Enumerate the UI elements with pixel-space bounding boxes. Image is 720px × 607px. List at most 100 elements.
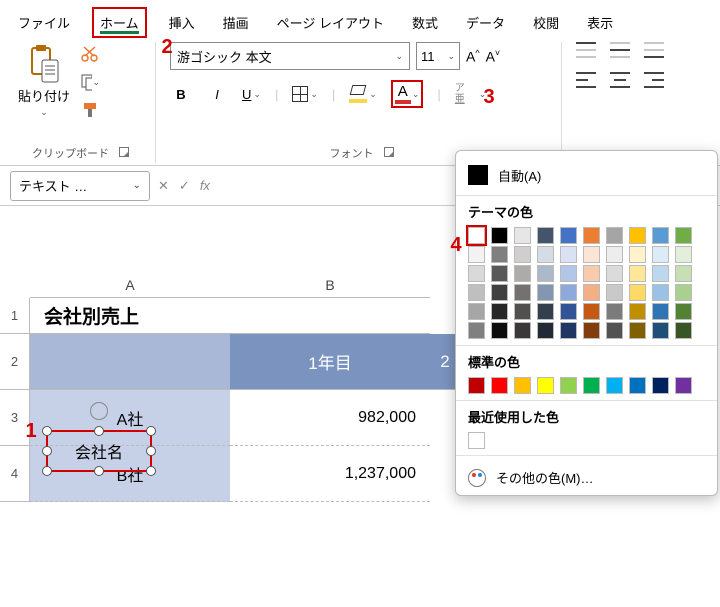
- color-swatch[interactable]: [560, 227, 577, 244]
- align-right-button[interactable]: [644, 72, 664, 88]
- confirm-entry-button[interactable]: ✓: [179, 178, 190, 194]
- color-swatch[interactable]: [560, 303, 577, 320]
- color-swatch[interactable]: [606, 377, 623, 394]
- color-swatch[interactable]: [652, 246, 669, 263]
- cell-a2[interactable]: [30, 334, 230, 390]
- color-swatch[interactable]: [652, 227, 669, 244]
- color-swatch[interactable]: [606, 227, 623, 244]
- color-swatch[interactable]: [652, 265, 669, 282]
- insert-function-button[interactable]: fx: [200, 178, 210, 193]
- font-dialog-launcher[interactable]: [384, 147, 394, 157]
- shrink-font-button[interactable]: A˅: [486, 48, 501, 65]
- font-size-select[interactable]: 11 ⌄: [416, 42, 460, 70]
- color-swatch[interactable]: [560, 265, 577, 282]
- color-swatch[interactable]: [491, 265, 508, 282]
- color-swatch[interactable]: [560, 377, 577, 394]
- textbox-shape[interactable]: 会社名: [46, 430, 152, 472]
- color-swatch[interactable]: [560, 284, 577, 301]
- color-swatch[interactable]: [652, 322, 669, 339]
- align-top-button[interactable]: [576, 42, 596, 58]
- color-swatch[interactable]: [537, 227, 554, 244]
- color-swatch[interactable]: [491, 227, 508, 244]
- color-swatch[interactable]: [468, 303, 485, 320]
- color-swatch[interactable]: [675, 246, 692, 263]
- row-header-4[interactable]: 4: [0, 446, 30, 502]
- resize-handle[interactable]: [146, 426, 156, 436]
- cell-b1[interactable]: [230, 298, 430, 334]
- color-swatch[interactable]: [675, 265, 692, 282]
- color-swatch[interactable]: [583, 227, 600, 244]
- align-middle-button[interactable]: [610, 42, 630, 58]
- resize-handle[interactable]: [94, 466, 104, 476]
- color-swatch[interactable]: [468, 227, 485, 244]
- tab-page-layout[interactable]: ページ レイアウト: [271, 9, 390, 36]
- align-left-button[interactable]: [576, 72, 596, 88]
- color-swatch[interactable]: [537, 322, 554, 339]
- color-swatch[interactable]: [468, 322, 485, 339]
- color-swatch[interactable]: [491, 322, 508, 339]
- color-swatch[interactable]: [629, 227, 646, 244]
- color-swatch[interactable]: [629, 284, 646, 301]
- color-swatch[interactable]: [514, 377, 531, 394]
- bold-button[interactable]: B: [170, 87, 192, 102]
- color-swatch[interactable]: [514, 284, 531, 301]
- color-swatch[interactable]: [606, 265, 623, 282]
- color-swatch[interactable]: [675, 322, 692, 339]
- color-swatch[interactable]: [468, 432, 485, 449]
- color-swatch[interactable]: [491, 284, 508, 301]
- resize-handle[interactable]: [146, 466, 156, 476]
- color-swatch[interactable]: [675, 303, 692, 320]
- color-swatch[interactable]: [537, 246, 554, 263]
- resize-handle[interactable]: [42, 466, 52, 476]
- color-swatch[interactable]: [675, 377, 692, 394]
- color-swatch[interactable]: [537, 265, 554, 282]
- color-swatch[interactable]: [629, 265, 646, 282]
- align-bottom-button[interactable]: [644, 42, 664, 58]
- cell-b4[interactable]: 1,237,000: [230, 446, 430, 502]
- font-name-select[interactable]: 游ゴシック 本文 ⌄: [170, 42, 410, 70]
- color-swatch[interactable]: [652, 377, 669, 394]
- color-swatch[interactable]: [583, 303, 600, 320]
- color-swatch[interactable]: [583, 265, 600, 282]
- color-swatch[interactable]: [560, 246, 577, 263]
- paste-button[interactable]: 貼り付け ⌄: [14, 42, 74, 120]
- font-color-button[interactable]: A ⌄: [391, 80, 424, 108]
- color-swatch[interactable]: [583, 284, 600, 301]
- color-swatch[interactable]: [514, 227, 531, 244]
- color-swatch[interactable]: [675, 284, 692, 301]
- tab-home[interactable]: ホーム: [92, 7, 147, 38]
- tab-view[interactable]: 表示: [581, 9, 619, 36]
- color-swatch[interactable]: [652, 303, 669, 320]
- color-swatch[interactable]: [468, 246, 485, 263]
- col-header-a[interactable]: A: [30, 272, 230, 298]
- underline-button[interactable]: U ⌄: [242, 87, 261, 102]
- copy-button[interactable]: ⌄: [80, 72, 100, 92]
- color-swatch[interactable]: [468, 284, 485, 301]
- color-swatch[interactable]: [652, 284, 669, 301]
- color-swatch[interactable]: [537, 284, 554, 301]
- format-painter-button[interactable]: [80, 100, 100, 120]
- tab-draw[interactable]: 描画: [217, 9, 255, 36]
- tab-file[interactable]: ファイル: [12, 9, 76, 36]
- tab-review[interactable]: 校閲: [527, 9, 565, 36]
- color-swatch[interactable]: [629, 322, 646, 339]
- resize-handle[interactable]: [42, 446, 52, 456]
- cell-b2[interactable]: 1年目: [230, 334, 430, 390]
- color-swatch[interactable]: [491, 246, 508, 263]
- row-header-2[interactable]: 2: [0, 334, 30, 390]
- row-header-1[interactable]: 1: [0, 298, 30, 334]
- resize-handle[interactable]: [146, 446, 156, 456]
- color-swatch[interactable]: [629, 303, 646, 320]
- fill-color-button[interactable]: ⌄: [349, 85, 377, 103]
- color-swatch[interactable]: [606, 303, 623, 320]
- clipboard-dialog-launcher[interactable]: [119, 147, 129, 157]
- tab-formulas[interactable]: 数式: [406, 9, 444, 36]
- phonetic-guide-button[interactable]: ア 亜: [455, 84, 465, 105]
- resize-handle[interactable]: [94, 426, 104, 436]
- color-swatch[interactable]: [606, 284, 623, 301]
- color-swatch[interactable]: [491, 303, 508, 320]
- color-swatch[interactable]: [606, 246, 623, 263]
- color-swatch[interactable]: [675, 227, 692, 244]
- name-box[interactable]: テキスト … ⌄: [10, 171, 150, 201]
- cancel-entry-button[interactable]: ✕: [158, 178, 169, 194]
